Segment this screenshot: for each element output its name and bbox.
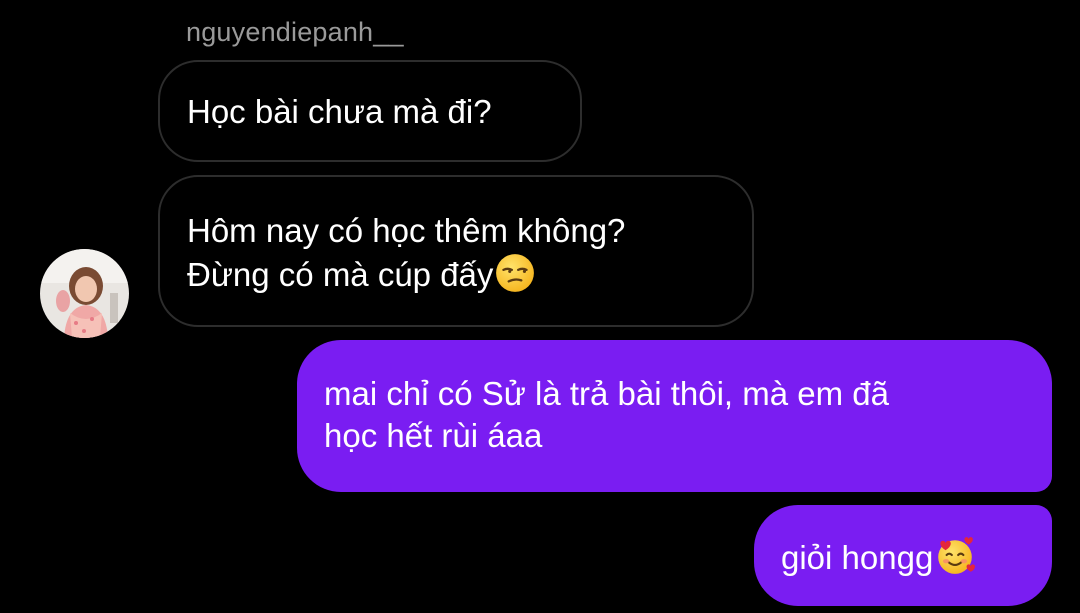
message-text: Hôm nay có học thêm không? <box>187 212 626 249</box>
message-text: Học bài chưa mà đi? <box>187 93 492 130</box>
message-text-line: Đừng có mà cúp đấy <box>187 252 725 296</box>
avatar[interactable] <box>40 249 129 338</box>
outgoing-message-bubble[interactable]: giỏi hongg <box>754 505 1052 606</box>
avatar-image <box>40 249 129 338</box>
message-text: giỏi hongg <box>781 539 934 576</box>
outgoing-message-bubble[interactable]: mai chỉ có Sử là trả bài thôi, mà em đã … <box>297 340 1052 492</box>
message-text: học hết rùi áaa <box>324 417 543 454</box>
message-text: mai chỉ có Sử là trả bài thôi, mà em đã <box>324 375 889 412</box>
message-text-line: giỏi hongg <box>781 535 1025 579</box>
unamused-face-icon <box>496 254 535 292</box>
sender-username[interactable]: nguyendiepanh__ <box>186 14 404 50</box>
incoming-message-bubble[interactable]: Hôm nay có học thêm không? Đừng có mà cú… <box>158 175 754 327</box>
message-text: Đừng có mà cúp đấy <box>187 256 494 293</box>
incoming-message-bubble[interactable]: Học bài chưa mà đi? <box>158 60 582 162</box>
smiling-face-with-hearts-icon <box>938 537 976 574</box>
